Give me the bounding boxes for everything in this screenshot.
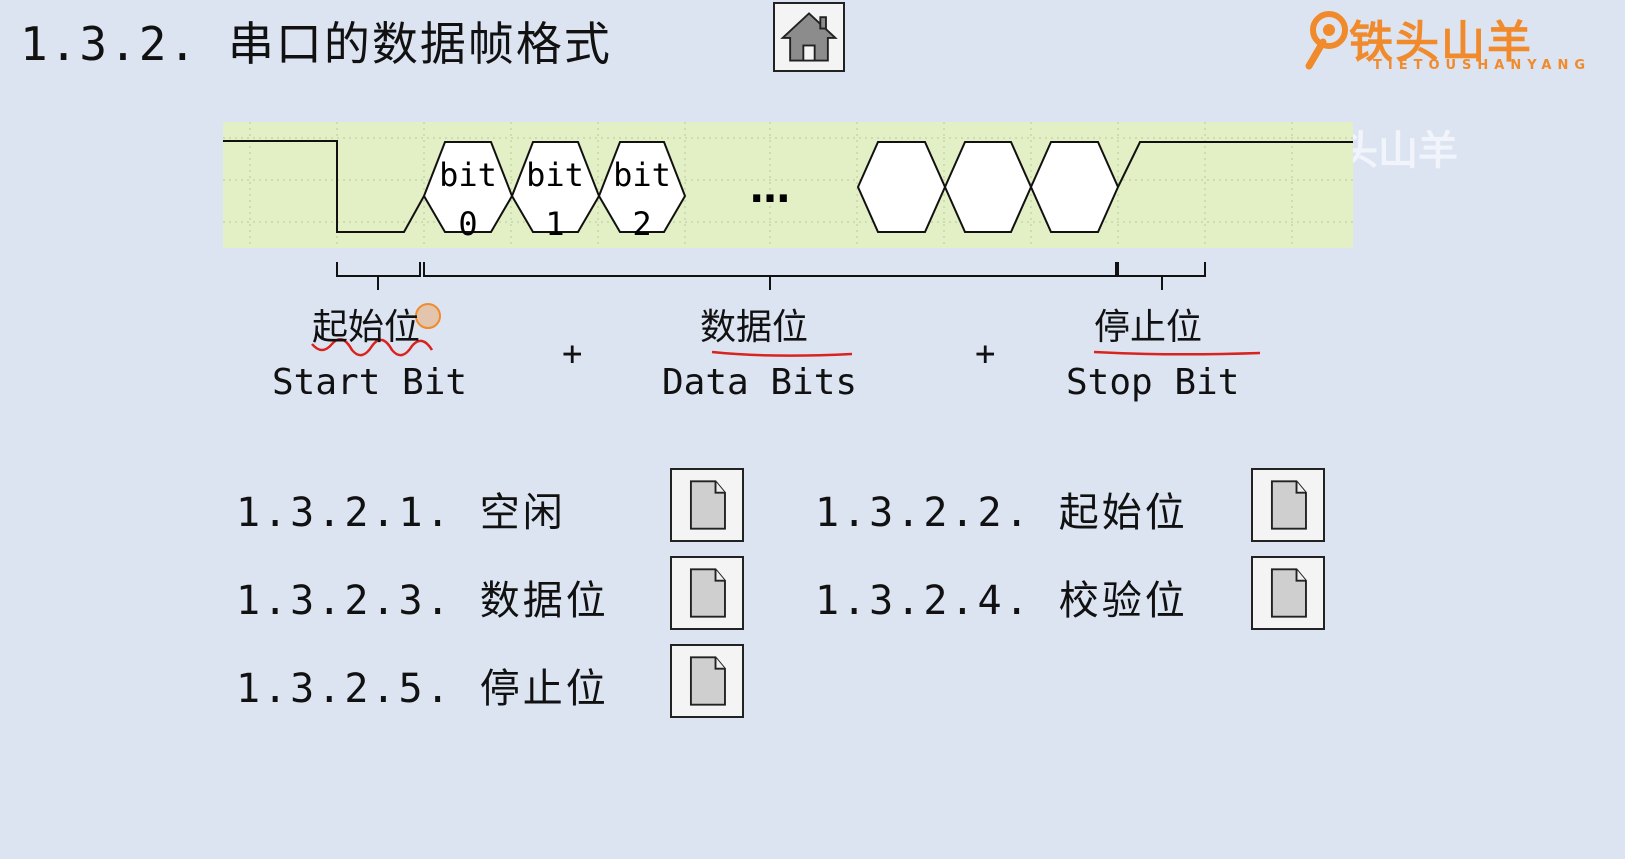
document-icon xyxy=(689,480,726,530)
bit-n-cell xyxy=(1029,141,1120,233)
bit1-index: 1 xyxy=(545,205,564,243)
section-link-idle[interactable]: 1.3.2.1. 空闲 xyxy=(236,480,566,538)
bit-n2-cell xyxy=(856,141,947,233)
annotation-data-underline xyxy=(711,350,853,357)
bit2-index: 2 xyxy=(632,205,651,243)
start-brace xyxy=(336,262,421,290)
data-brace xyxy=(423,262,1117,290)
data-bits-label-en: Data Bits xyxy=(662,362,858,403)
data-bits-label-cn: 数据位 xyxy=(700,307,809,348)
stop-bit-label-cn: 停止位 xyxy=(1094,307,1203,348)
section-link-data-bits[interactable]: 1.3.2.3. 数据位 xyxy=(236,568,609,626)
document-button-idle[interactable] xyxy=(670,468,744,542)
document-icon xyxy=(689,656,726,706)
document-button-stop-bit[interactable] xyxy=(670,644,744,718)
start-bit-label-en: Start Bit xyxy=(272,362,468,403)
document-button-data-bits[interactable] xyxy=(670,556,744,630)
bits-ellipsis: … xyxy=(750,166,790,212)
bit0-index: 0 xyxy=(458,205,477,243)
stop-bit-label-en: Stop Bit xyxy=(1066,362,1240,403)
document-icon xyxy=(689,568,726,618)
document-icon xyxy=(1270,480,1307,530)
document-button-start-bit[interactable] xyxy=(1251,468,1325,542)
start-bit-label-cn: 起始位 xyxy=(312,307,421,348)
bit0-label: bit xyxy=(439,156,497,194)
document-icon xyxy=(1270,568,1307,618)
section-link-start-bit[interactable]: 1.3.2.2. 起始位 xyxy=(815,480,1188,538)
document-button-parity-bit[interactable] xyxy=(1251,556,1325,630)
bit2-label: bit xyxy=(613,156,671,194)
plus-sign: + xyxy=(562,334,583,374)
section-link-parity-bit[interactable]: 1.3.2.4. 校验位 xyxy=(815,568,1188,626)
annotation-stop-underline xyxy=(1093,350,1261,356)
section-link-stop-bit[interactable]: 1.3.2.5. 停止位 xyxy=(236,656,609,714)
stop-brace xyxy=(1117,262,1206,290)
plus-sign: + xyxy=(975,334,996,374)
bit1-label: bit xyxy=(526,156,584,194)
